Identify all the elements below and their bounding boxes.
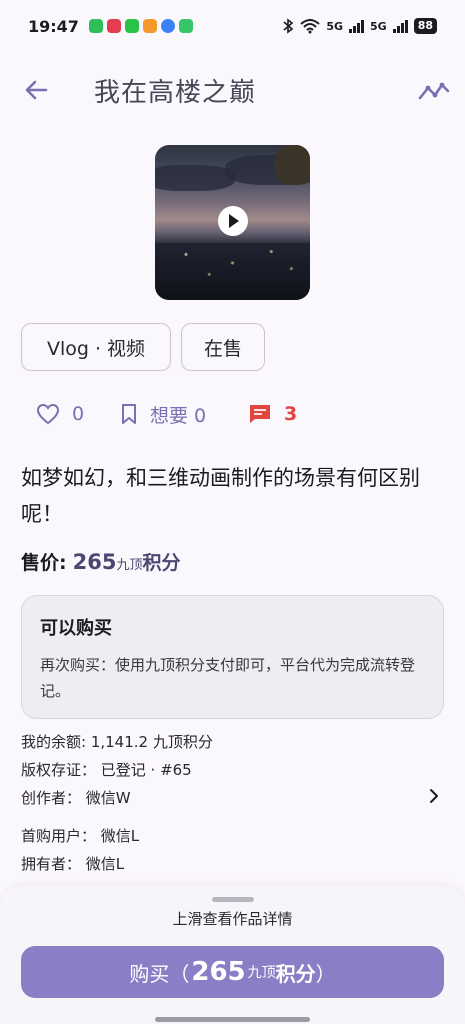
swipe-up-hint: 上滑查看作品详情 [172, 910, 293, 928]
price-amount: 265 [72, 550, 117, 574]
play-icon [229, 214, 239, 228]
card-title: 可以购买 [40, 618, 112, 639]
network-type-label: 5G [370, 19, 387, 33]
card-body: 再次购买：使用九顶积分支付即可，平台代为完成流转登记。 [40, 656, 416, 700]
heart-icon [36, 403, 60, 425]
bluetooth-icon [283, 18, 294, 34]
notification-icons [88, 19, 193, 33]
want-label: 想要 0 [150, 404, 207, 427]
buy-suffix: ） [315, 961, 336, 986]
creator-text[interactable]: 创作者： 微信W [21, 787, 131, 808]
wifi-icon [300, 19, 320, 34]
top-app-bar: 我在高楼之巅 [0, 62, 465, 118]
video-thumbnail[interactable] [155, 145, 310, 300]
bookmark-icon [122, 404, 136, 424]
music-app-icon [106, 19, 121, 33]
bottom-sheet[interactable]: 上滑查看作品详情 购买（ 265 九顶 积分 ） [0, 886, 465, 1024]
status-chip[interactable]: 在售 [181, 323, 265, 371]
gesture-navigation-bar[interactable] [155, 1017, 310, 1022]
price-row: 售价: 265 九顶 积分 [21, 548, 180, 575]
balance-text: 我的余额: 1,141.2 九顶积分 [21, 733, 213, 751]
thumbnail-cloud [155, 165, 235, 191]
browser-icon [160, 19, 175, 33]
copyright-text[interactable]: 版权存证： 已登记 · #65 [21, 759, 192, 780]
wechat-icon [124, 19, 139, 33]
page-title: 我在高楼之巅 [94, 78, 257, 108]
thumbnail-city-lights [155, 243, 310, 300]
category-chip[interactable]: Vlog · 视频 [21, 323, 171, 371]
status-bar: 19:47 5G 5G 88 [0, 0, 465, 52]
back-button[interactable] [20, 74, 52, 106]
buy-unit: 积分 [275, 961, 316, 986]
network-type-label: 5G [326, 19, 343, 33]
purchase-info-card: 可以购买 再次购买：使用九顶积分支付即可，平台代为完成流转登记。 [21, 595, 444, 719]
signal-icon [349, 19, 364, 33]
price-label: 售价: [21, 552, 67, 574]
owner-text[interactable]: 拥有者： 微信L [21, 853, 124, 874]
app-notification-icon [142, 19, 157, 33]
arrow-left-icon [25, 80, 48, 100]
buy-unit-small: 九顶 [247, 965, 276, 981]
like-count: 0 [72, 403, 85, 425]
app-notification-icon [88, 19, 103, 33]
trending-chart-icon [418, 82, 450, 100]
buy-button[interactable]: 购买（ 265 九顶 积分 ） [21, 946, 444, 998]
stats-row: 0 想要 0 3 [0, 394, 465, 434]
like-button[interactable]: 0 [36, 394, 84, 434]
buy-amount: 265 [191, 957, 246, 987]
buy-prefix: 购买（ [129, 961, 190, 986]
comment-icon [250, 405, 270, 423]
status-indicators: 5G 5G 88 [282, 18, 437, 34]
battery-indicator: 88 [413, 18, 437, 34]
play-button[interactable] [218, 206, 248, 236]
comment-count: 3 [284, 403, 298, 425]
status-time: 19:47 [28, 16, 79, 36]
work-description: 如梦如幻，和三维动画制作的场景有何区别呢！ [21, 466, 420, 526]
sheet-drag-handle[interactable] [212, 897, 254, 902]
creator-link[interactable] [425, 787, 443, 805]
phone-icon [178, 19, 193, 33]
comment-button[interactable]: 3 [248, 394, 297, 434]
chevron-right-icon [430, 789, 438, 803]
trend-button[interactable] [417, 74, 451, 106]
signal-icon [392, 19, 408, 33]
first-buyer-text[interactable]: 首购用户： 微信L [21, 825, 139, 846]
price-unit: 积分 [142, 552, 181, 574]
want-button[interactable]: 想要 0 [120, 394, 206, 434]
price-unit-small: 九顶 [116, 558, 143, 573]
thumbnail-structure [275, 145, 310, 185]
